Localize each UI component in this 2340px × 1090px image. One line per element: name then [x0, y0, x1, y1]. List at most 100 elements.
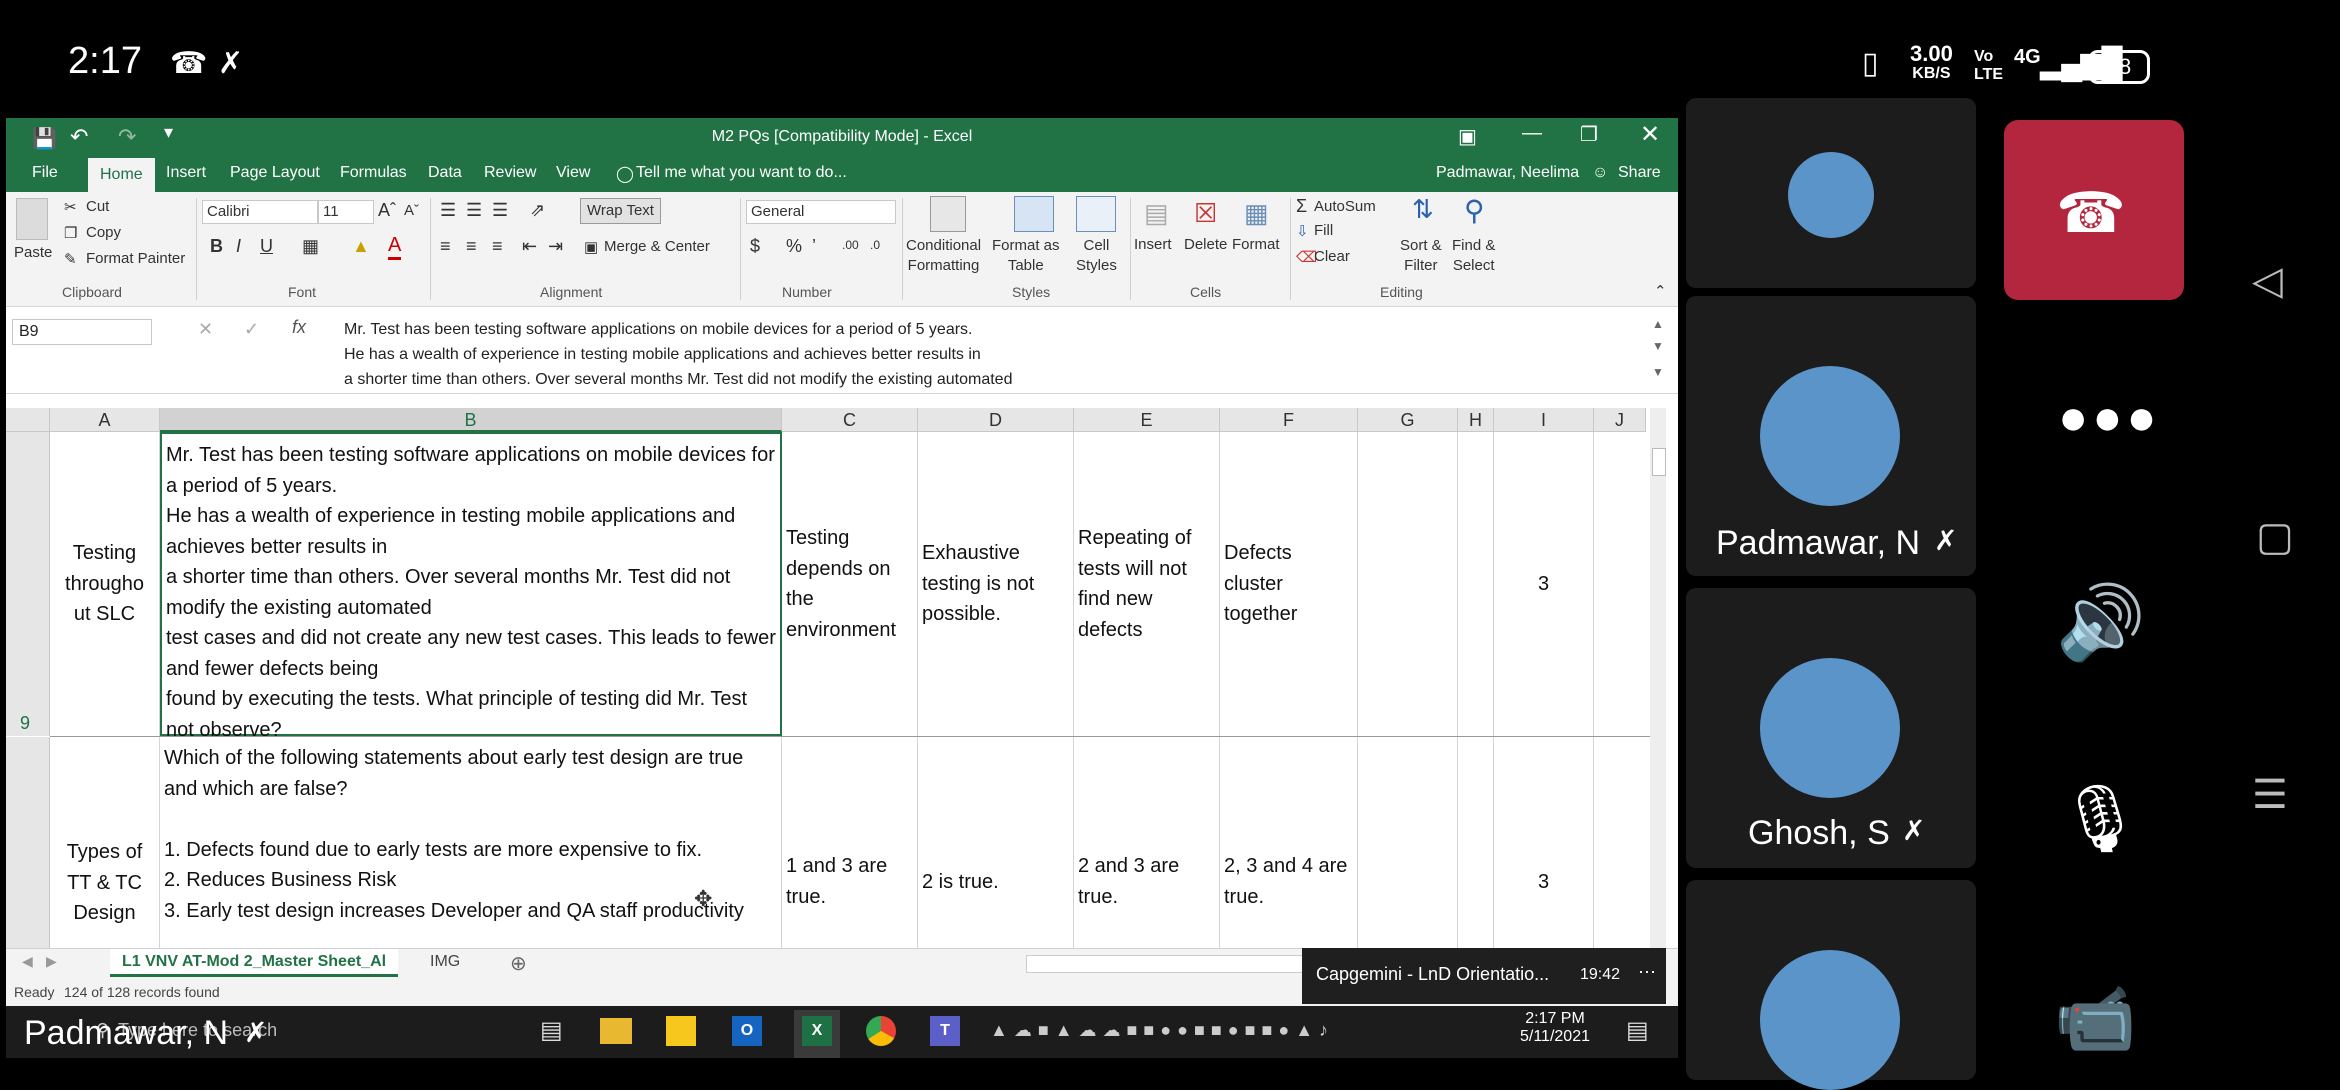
grow-font-icon[interactable]: Aˆ [378, 200, 396, 221]
column-header[interactable]: H [1458, 408, 1494, 432]
teams-icon[interactable]: T [930, 1016, 960, 1046]
table-cell[interactable]: 3 [1494, 737, 1594, 948]
middle-align-icon[interactable]: ☰ [466, 200, 482, 221]
table-cell[interactable]: 1 and 3 are true. [782, 737, 918, 948]
format-cells-icon[interactable]: ▦ [1244, 198, 1269, 229]
more-icon[interactable]: ⋯ [1638, 962, 1656, 983]
taskbar-clock[interactable]: 2:17 PM 5/11/2021 [1520, 1010, 1590, 1046]
column-header[interactable]: B [160, 408, 782, 432]
column-header[interactable]: D [918, 408, 1074, 432]
font-size-select[interactable]: 11 [318, 200, 374, 224]
tab-home[interactable]: Home [88, 158, 155, 192]
excel-taskbar-item[interactable]: X [794, 1010, 840, 1058]
sort-filter-icon[interactable]: ⇅ [1412, 194, 1434, 225]
collapse-ribbon-icon[interactable]: ⌃ [1654, 282, 1667, 300]
prev-sheet-icon[interactable]: ◀ [22, 953, 33, 970]
scroll-down-icon[interactable]: ▼ [1652, 339, 1664, 353]
row-header[interactable]: 9 [6, 432, 50, 736]
tab-insert[interactable]: Insert [166, 164, 206, 182]
back-nav-icon[interactable]: ◁ [2252, 258, 2283, 304]
increase-decimal-icon[interactable]: .00 [842, 238, 859, 252]
delete-cells-icon[interactable]: ☒ [1194, 198, 1217, 229]
tab-view[interactable]: View [556, 164, 590, 182]
table-cell[interactable]: 3 [1494, 432, 1594, 736]
next-sheet-icon[interactable]: ▶ [46, 953, 57, 970]
currency-icon[interactable]: $ [750, 236, 760, 257]
bottom-align-icon[interactable]: ☰ [492, 200, 508, 221]
task-view-icon[interactable]: ▤ [540, 1016, 563, 1045]
shrink-font-icon[interactable]: Aˇ [404, 202, 419, 219]
table-cell[interactable]: Types of TT & TC Design [50, 737, 160, 948]
column-header[interactable]: A [50, 408, 160, 432]
table-cell[interactable] [1458, 432, 1494, 736]
merge-center-icon[interactable]: ▣ [584, 238, 598, 256]
cut-icon[interactable]: ✂ [64, 198, 77, 216]
table-cell[interactable]: Which of the following statements about … [160, 737, 782, 948]
home-nav-icon[interactable]: ▢ [2256, 514, 2294, 560]
align-left-icon[interactable]: ≡ [440, 236, 451, 257]
name-box[interactable]: B9 [12, 319, 152, 345]
tab-page-layout[interactable]: Page Layout [230, 164, 320, 182]
cell-styles-icon[interactable] [1076, 196, 1116, 232]
conditional-formatting-icon[interactable] [930, 196, 966, 232]
cell-styles-button[interactable]: Cell Styles [1076, 236, 1117, 276]
participant-tile[interactable] [1686, 880, 1976, 1090]
align-center-icon[interactable]: ≡ [466, 236, 477, 257]
sticky-notes-icon[interactable] [666, 1016, 696, 1046]
close-button[interactable]: ✕ [1640, 120, 1660, 149]
comma-icon[interactable]: ’ [812, 236, 816, 257]
format-cells-button[interactable]: Format [1232, 236, 1280, 253]
font-name-select[interactable]: Calibri [202, 200, 318, 224]
fill-icon[interactable]: ⇩ [1296, 222, 1309, 240]
user-name[interactable]: Padmawar, Neelima [1436, 164, 1579, 182]
share-icon[interactable]: ☺ [1592, 164, 1608, 182]
table-cell[interactable]: 2 is true. [918, 737, 1074, 948]
file-explorer-icon[interactable] [600, 1018, 632, 1044]
select-all[interactable] [6, 408, 50, 432]
restore-button[interactable]: ❐ [1580, 122, 1598, 147]
table-cell[interactable]: Exhaustive testing is not possible. [918, 432, 1074, 736]
tab-formulas[interactable]: Formulas [340, 164, 407, 182]
format-painter-icon[interactable]: ✎ [64, 250, 77, 268]
add-sheet-icon[interactable]: ⊕ [510, 951, 527, 976]
cancel-icon[interactable]: ✕ [198, 319, 213, 340]
end-call-button[interactable]: ☎ [2004, 120, 2184, 300]
align-right-icon[interactable]: ≡ [492, 236, 503, 257]
insert-cells-icon[interactable]: ▤ [1144, 198, 1169, 229]
decrease-indent-icon[interactable]: ⇤ [522, 236, 537, 257]
column-header[interactable]: F [1220, 408, 1358, 432]
system-tray-icons[interactable]: ▲☁■▲☁☁■■●●■■●■■●▲♪ [990, 1020, 1334, 1041]
row-header[interactable] [6, 737, 50, 948]
autosum-button[interactable]: AutoSum [1314, 198, 1376, 215]
borders-icon[interactable]: ▦ [302, 236, 319, 257]
table-cell[interactable]: Testing depends on the environment [782, 432, 918, 736]
wrap-text-button[interactable]: Wrap Text [580, 198, 661, 224]
column-header[interactable]: C [782, 408, 918, 432]
underline-button[interactable]: U [260, 236, 273, 257]
participant-tile[interactable]: Ghosh, S ✗ [1686, 588, 1976, 868]
formula-content[interactable]: Mr. Test has been testing software appli… [344, 317, 1644, 392]
sheet-tab-active[interactable]: L1 VNV AT-Mod 2_Master Sheet_Al [110, 949, 399, 977]
tell-me-box[interactable]: Tell me what you want to do... [636, 164, 847, 182]
camera-off-button[interactable]: 📹 [2054, 980, 2136, 1058]
orientation-icon[interactable]: ⇗ [530, 200, 545, 221]
find-select-icon[interactable]: ⚲ [1464, 194, 1485, 227]
sort-filter-button[interactable]: Sort & Filter [1400, 236, 1442, 276]
vertical-scrollbar[interactable] [1650, 408, 1666, 948]
column-header[interactable]: E [1074, 408, 1220, 432]
column-header[interactable]: I [1494, 408, 1594, 432]
tab-review[interactable]: Review [484, 164, 536, 182]
table-cell[interactable] [1458, 737, 1494, 948]
cut-button[interactable]: Cut [86, 198, 109, 215]
merge-center-button[interactable]: Merge & Center [604, 238, 710, 255]
table-cell[interactable] [1358, 432, 1458, 736]
ribbon-display-icon[interactable]: ▣ [1458, 124, 1477, 149]
more-options-button[interactable]: ●●● [2058, 388, 2161, 446]
insert-function-icon[interactable]: fx [292, 317, 306, 338]
sheet-tab[interactable]: IMG [430, 953, 460, 971]
autosum-icon[interactable]: Σ [1296, 196, 1307, 217]
participant-tile[interactable]: Padmawar, N ✗ [1686, 296, 1976, 576]
fill-button[interactable]: Fill [1314, 222, 1333, 239]
scroll-thumb[interactable] [1652, 448, 1666, 476]
expand-formula-icon[interactable]: ▼ [1652, 365, 1664, 379]
